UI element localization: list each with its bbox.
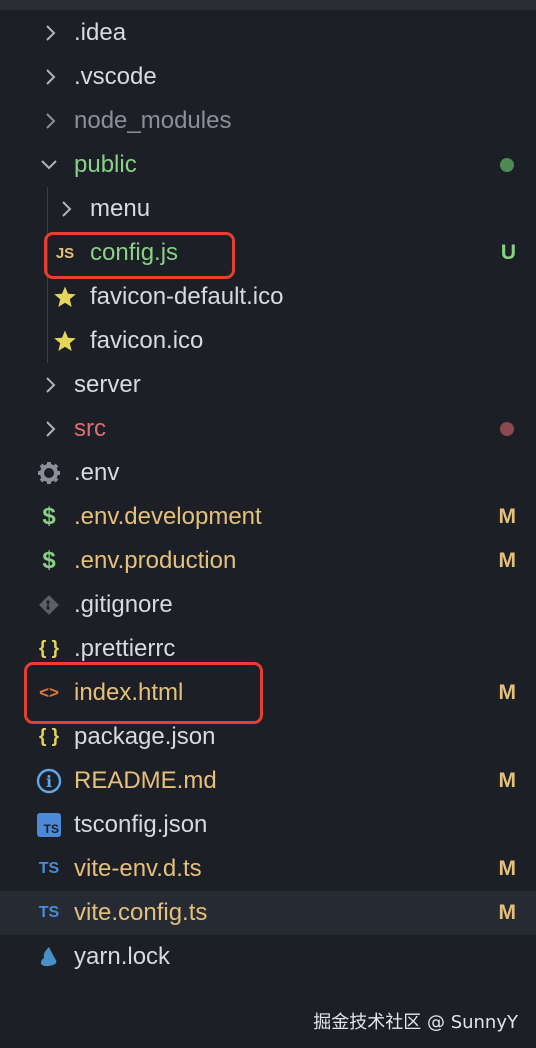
tree-item-label: .idea	[74, 19, 127, 46]
tree-item-label: yarn.lock	[74, 943, 171, 970]
tree-item-gitignore[interactable]: .gitignore	[0, 583, 536, 627]
tree-item-label: tsconfig.json	[74, 811, 208, 838]
tree-item-label: menu	[90, 195, 151, 222]
tree-item-yarn-lock[interactable]: yarn.lock	[0, 935, 536, 979]
tree-item-label: favicon.ico	[90, 327, 204, 354]
tree-item-label: .env	[74, 459, 120, 486]
git-status-badge: M	[498, 549, 517, 572]
git-status-badge: M	[498, 857, 517, 880]
tree-item-vite-config[interactable]: TS vite.config.ts M	[0, 891, 536, 935]
tree-item-package-json[interactable]: { } package.json	[0, 715, 536, 759]
yarn-icon	[36, 944, 62, 970]
tree-item-label: .env.production	[74, 547, 237, 574]
git-status-badge: U	[500, 241, 516, 264]
gear-icon	[36, 460, 62, 486]
chevron-right-icon[interactable]	[42, 376, 60, 394]
tree-item-label: server	[74, 371, 141, 398]
chevron-right-icon[interactable]	[42, 112, 60, 130]
braces-icon: { }	[38, 638, 60, 659]
git-status-badge: M	[498, 505, 517, 528]
tree-item-label: README.md	[74, 767, 217, 794]
tree-item-env-development[interactable]: $ .env.development M	[0, 495, 536, 539]
info-icon-glyph: i	[45, 771, 53, 791]
file-explorer: .idea .vscode node_modules public menu J…	[0, 0, 536, 1048]
tree-item-label: .vscode	[74, 63, 157, 90]
chevron-right-icon[interactable]	[42, 24, 60, 42]
tree-item-label: .gitignore	[74, 591, 173, 618]
tree-item-env-production[interactable]: $ .env.production M	[0, 539, 536, 583]
chevron-right-icon[interactable]	[58, 200, 76, 218]
tree-item-readme[interactable]: i README.md M	[0, 759, 536, 803]
explorer-top-edge	[0, 0, 536, 10]
braces-icon: { }	[38, 726, 60, 747]
dollar-icon: $	[42, 503, 56, 530]
tree-item-src[interactable]: src	[0, 407, 536, 451]
chevron-right-icon[interactable]	[42, 420, 60, 438]
tree-item-server[interactable]: server	[0, 363, 536, 407]
tree-item-label: vite.config.ts	[74, 899, 208, 926]
tree-item-idea[interactable]: .idea	[0, 11, 536, 55]
git-status-badge: M	[498, 901, 517, 924]
tree-item-label: .prettierrc	[74, 635, 176, 662]
chevron-right-icon[interactable]	[42, 68, 60, 86]
ts-config-icon: TS	[36, 812, 62, 838]
tree-item-node-modules[interactable]: node_modules	[0, 99, 536, 143]
tree-item-favicon-default[interactable]: favicon-default.ico	[0, 275, 536, 319]
tree-item-vite-env[interactable]: TS vite-env.d.ts M	[0, 847, 536, 891]
ts-file-icon: TS	[38, 904, 60, 921]
star-icon	[52, 328, 78, 354]
tree-item-env[interactable]: .env	[0, 451, 536, 495]
chevron-down-icon[interactable]	[40, 156, 58, 174]
info-icon: i	[36, 768, 62, 794]
ts-config-icon-text: TS	[37, 813, 61, 837]
untracked-dot	[500, 158, 514, 172]
tree-item-label: .env.development	[74, 503, 262, 530]
tree-item-public[interactable]: public	[0, 143, 536, 187]
git-status-badge: M	[498, 769, 517, 792]
tree-item-label: package.json	[74, 723, 216, 750]
tree-item-label: node_modules	[74, 107, 232, 134]
tree-item-favicon[interactable]: favicon.ico	[0, 319, 536, 363]
star-icon	[52, 284, 78, 310]
tree-item-vscode[interactable]: .vscode	[0, 55, 536, 99]
git-status-badge: M	[498, 681, 517, 704]
watermark: 掘金技术社区 @ SunnyY	[313, 1012, 518, 1033]
tree-item-label: src	[74, 415, 106, 442]
tree-item-label: vite-env.d.ts	[74, 855, 202, 882]
tree-item-tsconfig[interactable]: TS tsconfig.json	[0, 803, 536, 847]
git-icon	[36, 592, 62, 618]
highlight-box-config	[44, 232, 235, 279]
tree-item-label: public	[74, 151, 137, 178]
tree-item-label: favicon-default.ico	[90, 283, 284, 310]
error-dot	[500, 422, 514, 436]
ts-file-icon: TS	[38, 860, 60, 877]
tree-item-menu[interactable]: menu	[0, 187, 536, 231]
dollar-icon: $	[42, 547, 56, 574]
